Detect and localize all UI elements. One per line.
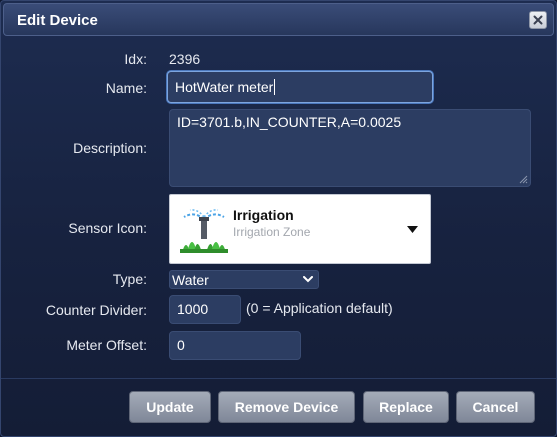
type-select[interactable]: Water	[169, 270, 319, 289]
idx-value: 2396	[169, 51, 201, 67]
dialog-title: Edit Device	[17, 12, 98, 29]
meter-offset-value: 0	[177, 337, 185, 353]
idx-label: Idx:	[124, 51, 147, 67]
dropdown-triangle-icon	[407, 226, 418, 233]
sensor-icon-select[interactable]: Irrigation Irrigation Zone	[169, 194, 431, 264]
meter-offset-label: Meter Offset:	[66, 337, 147, 353]
irrigation-sprinkler-icon	[180, 209, 228, 253]
edit-device-dialog: Edit Device Idx: 2396 Name: HotWater met…	[0, 0, 557, 437]
counter-divider-value: 1000	[177, 301, 209, 317]
name-input[interactable]: HotWater meter	[167, 71, 433, 103]
type-select-value: Water	[172, 272, 209, 288]
name-input-value: HotWater meter	[175, 79, 274, 95]
text-caret	[274, 79, 276, 95]
close-button[interactable]	[529, 11, 547, 29]
name-label: Name:	[105, 80, 147, 96]
resize-grip-icon[interactable]	[519, 175, 528, 184]
remove-device-button[interactable]: Remove Device	[218, 391, 355, 423]
counter-divider-input[interactable]: 1000	[169, 295, 241, 324]
replace-button[interactable]: Replace	[363, 391, 449, 423]
chevron-down-icon	[303, 276, 313, 283]
close-icon	[533, 15, 543, 25]
meter-offset-input[interactable]: 0	[169, 331, 301, 360]
sensor-icon-label: Sensor Icon:	[68, 220, 147, 236]
cancel-button[interactable]: Cancel	[456, 391, 535, 423]
type-label: Type:	[112, 271, 147, 287]
sensor-icon-title: Irrigation	[233, 207, 294, 223]
description-value: ID=3701.b,IN_COUNTER,A=0.0025	[177, 114, 402, 130]
footer-divider	[1, 378, 556, 379]
dialog-titlebar[interactable]: Edit Device	[3, 3, 554, 36]
counter-divider-label: Counter Divider:	[45, 302, 147, 318]
counter-divider-hint: (0 = Application default)	[246, 300, 393, 316]
description-textarea[interactable]: ID=3701.b,IN_COUNTER,A=0.0025	[169, 109, 531, 187]
sensor-icon-subtitle: Irrigation Zone	[233, 225, 311, 239]
description-label: Description:	[73, 140, 147, 156]
update-button[interactable]: Update	[129, 391, 211, 423]
